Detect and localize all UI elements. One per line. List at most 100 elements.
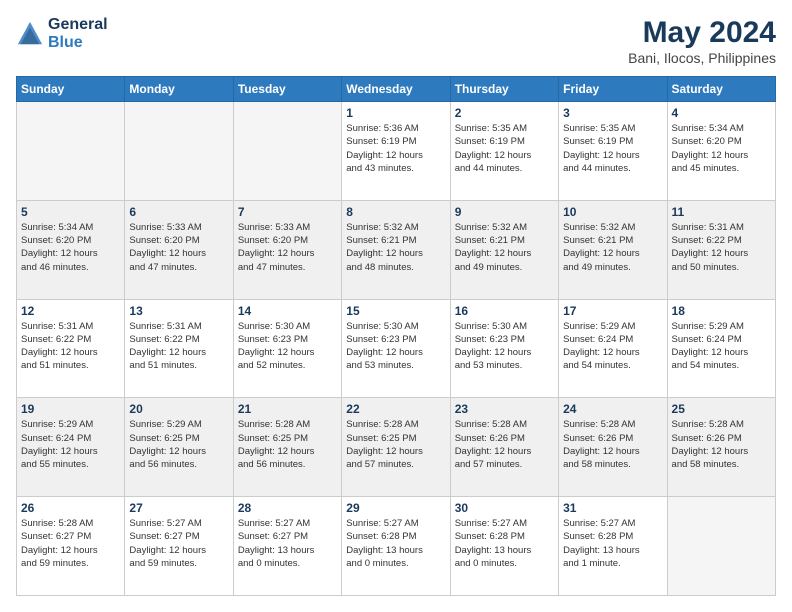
calendar-cell: 10 Sunrise: 5:32 AMSunset: 6:21 PMDayligh…	[559, 200, 667, 299]
day-info: Sunrise: 5:31 AMSunset: 6:22 PMDaylight:…	[129, 320, 228, 373]
day-info: Sunrise: 5:32 AMSunset: 6:21 PMDaylight:…	[563, 221, 662, 274]
day-info: Sunrise: 5:27 AMSunset: 6:28 PMDaylight:…	[455, 517, 554, 570]
day-info: Sunrise: 5:29 AMSunset: 6:25 PMDaylight:…	[129, 418, 228, 471]
day-info: Sunrise: 5:29 AMSunset: 6:24 PMDaylight:…	[672, 320, 771, 373]
logo-text: General Blue	[48, 16, 108, 51]
day-number: 7	[238, 205, 337, 219]
title-block: May 2024 Bani, Ilocos, Philippines	[628, 16, 776, 66]
calendar-cell: 25 Sunrise: 5:28 AMSunset: 6:26 PMDayligh…	[667, 398, 775, 497]
day-info: Sunrise: 5:34 AMSunset: 6:20 PMDaylight:…	[672, 122, 771, 175]
day-number: 27	[129, 501, 228, 515]
day-info: Sunrise: 5:34 AMSunset: 6:20 PMDaylight:…	[21, 221, 120, 274]
calendar-cell: 4 Sunrise: 5:34 AMSunset: 6:20 PMDaylight…	[667, 102, 775, 201]
weekday-header-wednesday: Wednesday	[342, 77, 450, 102]
day-number: 4	[672, 106, 771, 120]
day-info: Sunrise: 5:27 AMSunset: 6:28 PMDaylight:…	[346, 517, 445, 570]
day-number: 22	[346, 402, 445, 416]
day-info: Sunrise: 5:35 AMSunset: 6:19 PMDaylight:…	[455, 122, 554, 175]
calendar-cell: 1 Sunrise: 5:36 AMSunset: 6:19 PMDaylight…	[342, 102, 450, 201]
logo-icon	[16, 20, 44, 48]
day-number: 21	[238, 402, 337, 416]
day-number: 5	[21, 205, 120, 219]
calendar-cell: 5 Sunrise: 5:34 AMSunset: 6:20 PMDaylight…	[17, 200, 125, 299]
day-number: 18	[672, 304, 771, 318]
day-info: Sunrise: 5:36 AMSunset: 6:19 PMDaylight:…	[346, 122, 445, 175]
calendar-body: 1 Sunrise: 5:36 AMSunset: 6:19 PMDaylight…	[17, 102, 776, 596]
calendar-table: SundayMondayTuesdayWednesdayThursdayFrid…	[16, 76, 776, 596]
day-number: 6	[129, 205, 228, 219]
day-info: Sunrise: 5:29 AMSunset: 6:24 PMDaylight:…	[563, 320, 662, 373]
calendar-cell: 13 Sunrise: 5:31 AMSunset: 6:22 PMDayligh…	[125, 299, 233, 398]
calendar-cell: 2 Sunrise: 5:35 AMSunset: 6:19 PMDaylight…	[450, 102, 558, 201]
subtitle: Bani, Ilocos, Philippines	[628, 50, 776, 66]
calendar-cell	[667, 497, 775, 596]
day-number: 26	[21, 501, 120, 515]
day-number: 19	[21, 402, 120, 416]
calendar-cell: 20Sunrise: 5:29 AMSunset: 6:25 PMDayligh…	[125, 398, 233, 497]
day-number: 2	[455, 106, 554, 120]
day-number: 24	[563, 402, 662, 416]
day-number: 13	[129, 304, 228, 318]
day-number: 31	[563, 501, 662, 515]
calendar-cell	[17, 102, 125, 201]
day-info: Sunrise: 5:28 AMSunset: 6:26 PMDaylight:…	[563, 418, 662, 471]
day-info: Sunrise: 5:28 AMSunset: 6:26 PMDaylight:…	[672, 418, 771, 471]
calendar-cell: 28 Sunrise: 5:27 AMSunset: 6:27 PMDayligh…	[233, 497, 341, 596]
day-info: Sunrise: 5:28 AMSunset: 6:25 PMDaylight:…	[238, 418, 337, 471]
calendar-cell: 26 Sunrise: 5:28 AMSunset: 6:27 PMDayligh…	[17, 497, 125, 596]
calendar-cell: 8 Sunrise: 5:32 AMSunset: 6:21 PMDaylight…	[342, 200, 450, 299]
day-info: Sunrise: 5:30 AMSunset: 6:23 PMDaylight:…	[346, 320, 445, 373]
calendar-cell: 30 Sunrise: 5:27 AMSunset: 6:28 PMDayligh…	[450, 497, 558, 596]
weekday-header-tuesday: Tuesday	[233, 77, 341, 102]
calendar-cell: 23 Sunrise: 5:28 AMSunset: 6:26 PMDayligh…	[450, 398, 558, 497]
calendar-cell: 9 Sunrise: 5:32 AMSunset: 6:21 PMDaylight…	[450, 200, 558, 299]
day-info: Sunrise: 5:32 AMSunset: 6:21 PMDaylight:…	[455, 221, 554, 274]
day-info: Sunrise: 5:27 AMSunset: 6:27 PMDaylight:…	[129, 517, 228, 570]
day-info: Sunrise: 5:27 AMSunset: 6:28 PMDaylight:…	[563, 517, 662, 570]
calendar-cell: 12Sunrise: 5:31 AMSunset: 6:22 PMDayligh…	[17, 299, 125, 398]
day-number: 1	[346, 106, 445, 120]
day-info: Sunrise: 5:32 AMSunset: 6:21 PMDaylight:…	[346, 221, 445, 274]
day-info: Sunrise: 5:28 AMSunset: 6:27 PMDaylight:…	[21, 517, 120, 570]
day-number: 16	[455, 304, 554, 318]
day-number: 11	[672, 205, 771, 219]
day-number: 30	[455, 501, 554, 515]
day-number: 10	[563, 205, 662, 219]
calendar-cell	[125, 102, 233, 201]
day-number: 28	[238, 501, 337, 515]
calendar-cell: 19 Sunrise: 5:29 AMSunset: 6:24 PMDayligh…	[17, 398, 125, 497]
day-info: Sunrise: 5:35 AMSunset: 6:19 PMDaylight:…	[563, 122, 662, 175]
day-number: 8	[346, 205, 445, 219]
day-info: Sunrise: 5:28 AMSunset: 6:26 PMDaylight:…	[455, 418, 554, 471]
calendar-week-0: 1 Sunrise: 5:36 AMSunset: 6:19 PMDaylight…	[17, 102, 776, 201]
weekday-header-monday: Monday	[125, 77, 233, 102]
day-info: Sunrise: 5:30 AMSunset: 6:23 PMDaylight:…	[455, 320, 554, 373]
calendar-week-3: 19 Sunrise: 5:29 AMSunset: 6:24 PMDayligh…	[17, 398, 776, 497]
day-info: Sunrise: 5:29 AMSunset: 6:24 PMDaylight:…	[21, 418, 120, 471]
calendar-week-4: 26 Sunrise: 5:28 AMSunset: 6:27 PMDayligh…	[17, 497, 776, 596]
calendar-week-1: 5 Sunrise: 5:34 AMSunset: 6:20 PMDaylight…	[17, 200, 776, 299]
day-number: 23	[455, 402, 554, 416]
page: General Blue May 2024 Bani, Ilocos, Phil…	[0, 0, 792, 612]
day-number: 15	[346, 304, 445, 318]
weekday-header-thursday: Thursday	[450, 77, 558, 102]
main-title: May 2024	[628, 16, 776, 50]
calendar-cell: 16 Sunrise: 5:30 AMSunset: 6:23 PMDayligh…	[450, 299, 558, 398]
day-info: Sunrise: 5:30 AMSunset: 6:23 PMDaylight:…	[238, 320, 337, 373]
day-info: Sunrise: 5:33 AMSunset: 6:20 PMDaylight:…	[129, 221, 228, 274]
day-info: Sunrise: 5:27 AMSunset: 6:27 PMDaylight:…	[238, 517, 337, 570]
header: General Blue May 2024 Bani, Ilocos, Phil…	[16, 16, 776, 66]
day-number: 9	[455, 205, 554, 219]
day-number: 17	[563, 304, 662, 318]
day-number: 14	[238, 304, 337, 318]
weekday-header-friday: Friday	[559, 77, 667, 102]
calendar-cell: 21 Sunrise: 5:28 AMSunset: 6:25 PMDayligh…	[233, 398, 341, 497]
day-number: 29	[346, 501, 445, 515]
day-info: Sunrise: 5:33 AMSunset: 6:20 PMDaylight:…	[238, 221, 337, 274]
calendar-header-row: SundayMondayTuesdayWednesdayThursdayFrid…	[17, 77, 776, 102]
day-number: 25	[672, 402, 771, 416]
weekday-header-sunday: Sunday	[17, 77, 125, 102]
day-info: Sunrise: 5:31 AMSunset: 6:22 PMDaylight:…	[21, 320, 120, 373]
calendar-cell: 18 Sunrise: 5:29 AMSunset: 6:24 PMDayligh…	[667, 299, 775, 398]
calendar-cell: 14 Sunrise: 5:30 AMSunset: 6:23 PMDayligh…	[233, 299, 341, 398]
